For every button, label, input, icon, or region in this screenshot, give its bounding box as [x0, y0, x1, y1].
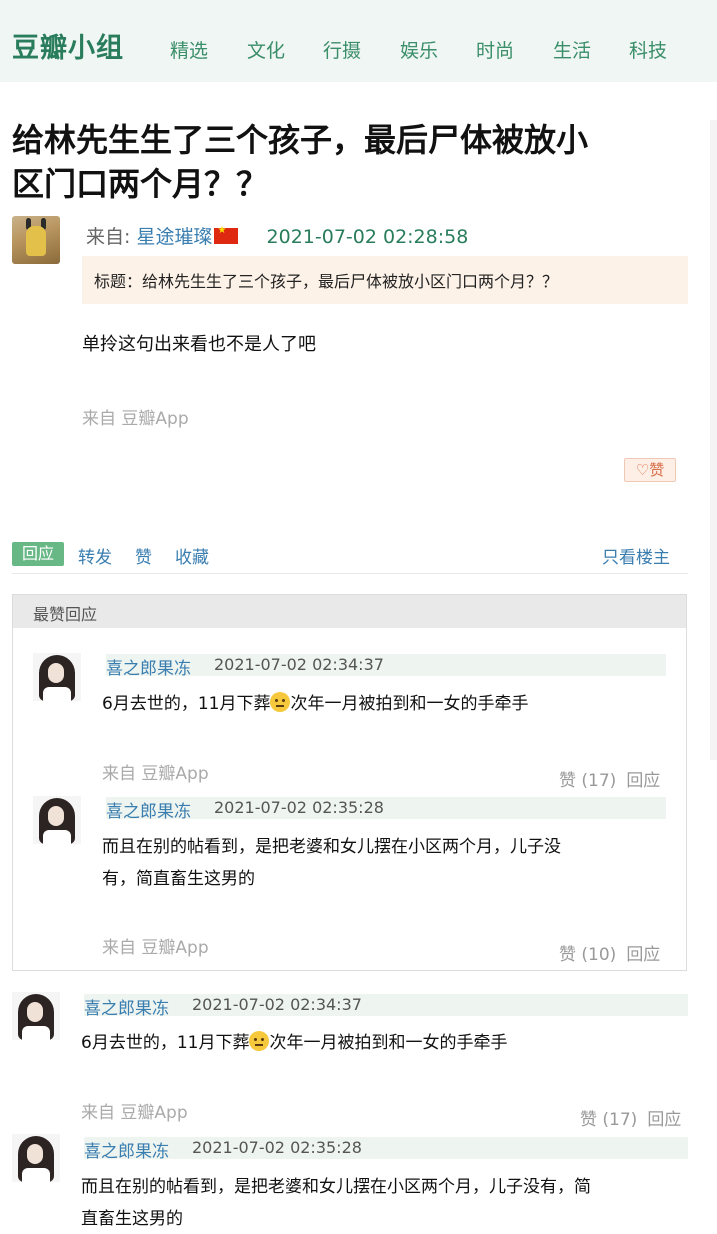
reply-vote: 赞 (17) 回应 — [559, 766, 660, 791]
reply-via: 来自 豆瓣App — [81, 1103, 188, 1123]
reply-text-line2: 直畜生这男的 — [81, 1209, 183, 1229]
nav-item-life[interactable]: 生活 — [553, 36, 591, 63]
topic-quote-text: 标题：给林先生生了三个孩子，最后尸体被放小区门口两个月？？ — [94, 272, 559, 291]
topic-meta: 来自: 星途璀璨 2021-07-02 02:28:58 — [86, 222, 468, 249]
site-header: 豆瓣小组 精选 文化 行摄 娱乐 时尚 生活 科技 — [0, 0, 717, 82]
like-label: 赞 — [649, 461, 665, 479]
reply-like-count[interactable]: 赞 (10) — [559, 945, 616, 965]
reply-reply-link[interactable]: 回应 — [647, 1110, 681, 1130]
collect-link[interactable]: 收藏 — [175, 543, 209, 568]
reply-author[interactable]: 喜之郎果冻 — [106, 654, 191, 679]
reply-meta: 喜之郎果冻 2021-07-02 02:35:28 — [106, 797, 666, 822]
reply-text: 6月去世的，11月下葬 次年一月被拍到和一女的手牵手 — [81, 1027, 507, 1059]
topic-like-button[interactable]: ♡赞 — [624, 458, 676, 482]
reply-time: 2021-07-02 02:34:37 — [214, 655, 384, 674]
reply-like-count[interactable]: 赞 (17) — [580, 1110, 637, 1130]
top-replies-header: 最赞回应 — [13, 595, 686, 628]
reply-text-line1: 而且在别的帖看到，是把老婆和女儿摆在小区两个月，儿子没 — [102, 837, 561, 857]
reply-vote: 赞 (10) 回应 — [559, 940, 660, 965]
nav-item-entertainment[interactable]: 娱乐 — [400, 36, 438, 63]
reply-reply-link[interactable]: 回应 — [626, 945, 660, 965]
sidebar-edge — [710, 120, 717, 760]
reply-text: 6月去世的，11月下葬 次年一月被拍到和一女的手牵手 — [102, 688, 528, 720]
reply-text-part2: 次年一月被拍到和一女的手牵手 — [290, 694, 529, 714]
forward-link[interactable]: 转发 — [78, 543, 112, 568]
reply-time: 2021-07-02 02:35:28 — [214, 798, 384, 817]
eye-roll-emoji-icon — [249, 1031, 270, 1051]
reply-meta: 喜之郎果冻 2021-07-02 02:34:37 — [106, 654, 666, 679]
like-link[interactable]: 赞 — [135, 543, 152, 568]
reply-like-count[interactable]: 赞 (17) — [559, 771, 616, 791]
reply-author[interactable]: 喜之郎果冻 — [84, 1137, 169, 1162]
top-replies-heading: 最赞回应 — [33, 605, 98, 624]
reply-text: 而且在别的帖看到，是把老婆和女儿摆在小区两个月，儿子没有，简 直畜生这男的 — [81, 1171, 696, 1234]
reply-text-part1: 6月去世的，11月下葬 — [102, 694, 271, 714]
author-name[interactable]: 星途璀璨 — [136, 226, 212, 248]
china-flag-icon — [214, 225, 239, 244]
topic-date: 2021-07-02 02:28:58 — [266, 226, 469, 248]
reply-button[interactable]: 回应 — [12, 542, 64, 566]
from-label: 来自: — [86, 226, 131, 248]
only-op-link[interactable]: 只看楼主 — [602, 543, 670, 568]
thumb-up-icon: ♡ — [635, 461, 650, 479]
topic-title-line2: 区门口两个月？？ — [12, 165, 269, 203]
topic-content: 单拎这句出来看也不是人了吧 — [82, 334, 316, 355]
nav-item-travel-photo[interactable]: 行摄 — [323, 36, 361, 63]
nav-item-fashion[interactable]: 时尚 — [476, 36, 514, 63]
avatar[interactable] — [33, 796, 81, 844]
reply-author[interactable]: 喜之郎果冻 — [106, 797, 191, 822]
reply-via: 来自 豆瓣App — [102, 764, 209, 784]
reply-text-part2: 次年一月被拍到和一女的手牵手 — [269, 1033, 508, 1053]
reply-meta: 喜之郎果冻 2021-07-02 02:35:28 — [84, 1137, 688, 1162]
avatar[interactable] — [12, 1134, 60, 1182]
avatar[interactable] — [12, 992, 60, 1040]
reply-text-line2: 有，简直畜生这男的 — [102, 869, 255, 889]
reply-author[interactable]: 喜之郎果冻 — [84, 994, 169, 1019]
nav-item-culture[interactable]: 文化 — [247, 36, 285, 63]
action-bar: 回应 转发 赞 收藏 只看楼主 — [12, 540, 688, 574]
reply-via: 来自 豆瓣App — [102, 938, 209, 958]
avatar[interactable] — [33, 653, 81, 701]
topic-quote: 标题：给林先生生了三个孩子，最后尸体被放小区门口两个月？？ — [82, 256, 688, 304]
reply-time: 2021-07-02 02:35:28 — [192, 1138, 362, 1157]
topic-via: 来自 豆瓣App — [82, 409, 189, 429]
reply-text-line1: 而且在别的帖看到，是把老婆和女儿摆在小区两个月，儿子没有，简 — [81, 1177, 591, 1197]
topic-title: 给林先生生了三个孩子，最后尸体被放小 区门口两个月？？ — [12, 118, 692, 206]
reply-vote: 赞 (17) 回应 — [580, 1105, 681, 1130]
nav-item-featured[interactable]: 精选 — [170, 36, 208, 63]
reply-text-part1: 6月去世的，11月下葬 — [81, 1033, 250, 1053]
reply-text: 而且在别的帖看到，是把老婆和女儿摆在小区两个月，儿子没 有，简直畜生这男的 — [102, 831, 662, 895]
topic-title-line1: 给林先生生了三个孩子，最后尸体被放小 — [12, 121, 589, 159]
author-avatar[interactable] — [12, 216, 60, 264]
reply-meta: 喜之郎果冻 2021-07-02 02:34:37 — [84, 994, 688, 1019]
site-logo[interactable]: 豆瓣小组 — [12, 26, 124, 65]
top-replies-box: 最赞回应 喜之郎果冻 2021-07-02 02:34:37 6月去世的，11月… — [12, 594, 687, 971]
nav-item-tech[interactable]: 科技 — [629, 36, 667, 63]
reply-reply-link[interactable]: 回应 — [626, 771, 660, 791]
eye-roll-emoji-icon — [270, 692, 291, 712]
reply-time: 2021-07-02 02:34:37 — [192, 995, 362, 1014]
